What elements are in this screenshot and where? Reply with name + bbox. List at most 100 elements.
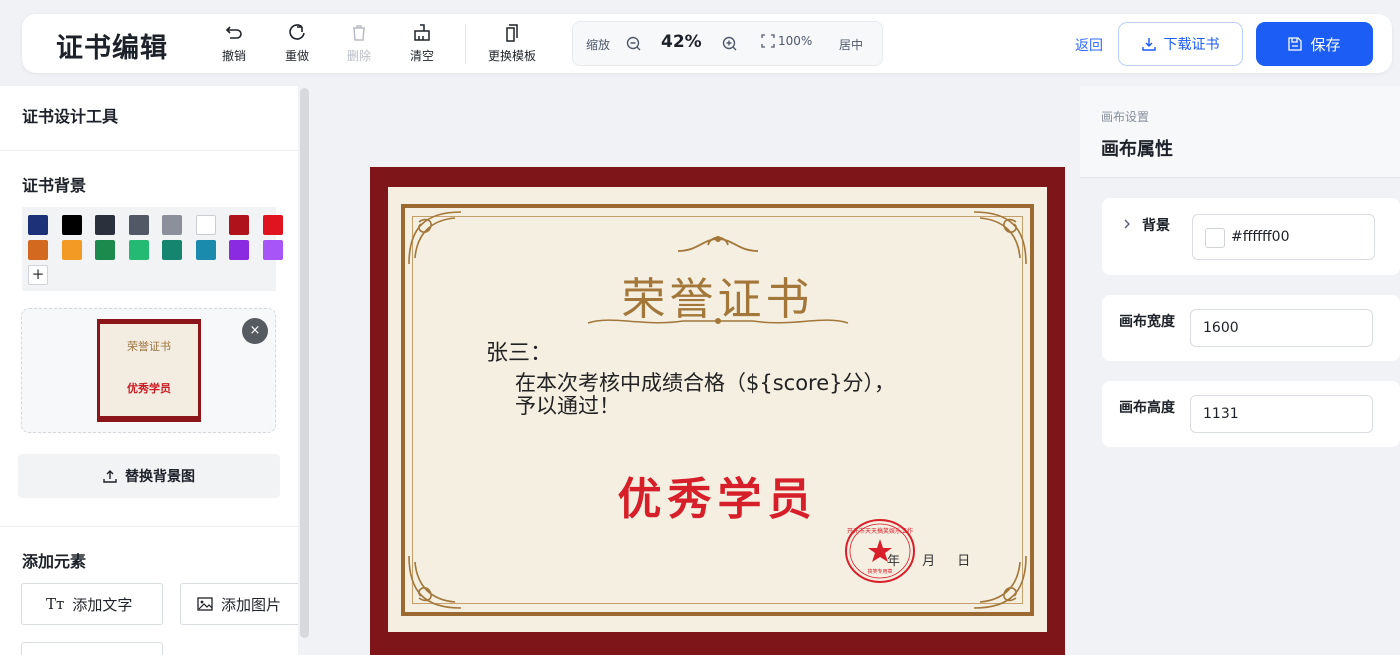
certificate-award[interactable]: 优秀学员	[388, 463, 1047, 527]
certificate[interactable]: 荣誉证书 张三： 在本次考核中成绩合格（${score}分）， 予以通过！ 优秀…	[370, 167, 1065, 655]
undo-label: 撤销	[221, 49, 246, 63]
corner-ornament-icon	[408, 555, 462, 609]
background-thumbnail[interactable]: 荣誉证书 优秀学员	[97, 319, 201, 422]
center-button[interactable]: 居中	[839, 36, 863, 53]
thumbnail-paper: 荣誉证书 优秀学员	[100, 324, 198, 416]
certificate-body-text[interactable]: 在本次考核中成绩合格（${score}分）， 予以通过！	[515, 372, 985, 418]
save-button[interactable]: 保存	[1256, 22, 1373, 66]
redo-button[interactable]: 重做	[267, 22, 327, 64]
canvas-properties-panel: 画布设置 画布属性 背景 #ffffff00 画布宽度 1600 画布高度 11…	[1080, 86, 1400, 655]
download-icon	[1141, 38, 1156, 51]
canvas-height-input[interactable]: 1131	[1190, 395, 1373, 433]
left-panel-scrollbar[interactable]	[300, 88, 309, 638]
delete-label: 删除	[346, 49, 371, 63]
color-swatch-grid: +	[22, 207, 283, 291]
chevron-right-icon[interactable]	[1122, 219, 1132, 229]
clear-label: 清空	[409, 49, 434, 63]
color-swatch[interactable]	[28, 240, 48, 260]
canvas-width-input[interactable]: 1600	[1190, 309, 1373, 347]
template-icon	[506, 24, 518, 42]
color-swatch[interactable]	[95, 215, 115, 235]
add-image-button[interactable]: 添加图片	[180, 583, 298, 625]
zoom-in-icon[interactable]	[721, 35, 739, 53]
certificate-body-line: 在本次考核中成绩合格（${score}分），	[515, 371, 896, 395]
color-swatch[interactable]	[229, 240, 249, 260]
add-text-button[interactable]: Tт 添加文字	[21, 583, 163, 625]
zoom-out-icon[interactable]	[625, 35, 643, 53]
corner-ornament-icon	[973, 555, 1027, 609]
change-template-label: 更换模板	[487, 49, 536, 63]
background-label: 背景	[1142, 218, 1170, 234]
delete-button[interactable]: 删除	[329, 22, 389, 64]
zoom-control: 缩放 42% 100% 居中	[572, 21, 883, 66]
change-template-button[interactable]: 更换模板	[482, 22, 542, 64]
remove-background-button[interactable]: ×	[242, 318, 268, 344]
background-property-card: 背景 #ffffff00	[1102, 198, 1400, 275]
color-swatch[interactable]	[28, 215, 48, 235]
canvas-area: 荣誉证书 张三： 在本次考核中成绩合格（${score}分）， 予以通过！ 优秀…	[312, 86, 1078, 655]
clear-button[interactable]: 清空	[392, 22, 452, 64]
zoom-value: 42%	[661, 32, 702, 52]
replace-background-button[interactable]: 替换背景图	[18, 454, 280, 498]
certificate-body-line: 予以通过！	[515, 394, 620, 418]
color-swatch[interactable]	[128, 215, 149, 235]
color-swatch[interactable]	[229, 215, 249, 235]
seal-text: 开元市天天搞笑娱乐工作	[847, 527, 913, 535]
thumbnail-award: 优秀学员	[127, 382, 171, 395]
color-swatch[interactable]	[262, 240, 283, 260]
certificate-recipient-name[interactable]: 张三：	[486, 335, 552, 367]
text-icon: Tт	[46, 595, 65, 613]
certificate-date[interactable]: 年 月 日	[887, 550, 970, 569]
redo-icon	[289, 24, 305, 40]
corner-ornament-icon	[973, 211, 1027, 265]
certificate-title[interactable]: 荣誉证书	[388, 263, 1047, 327]
add-element-button-partial[interactable]	[21, 642, 163, 655]
color-swatch[interactable]	[61, 215, 82, 235]
back-link[interactable]: 返回	[1075, 35, 1103, 55]
color-swatch[interactable]	[162, 240, 182, 260]
color-swatch[interactable]	[61, 240, 82, 260]
toolbar-divider	[465, 24, 466, 64]
upload-icon	[103, 470, 117, 483]
color-swatch[interactable]	[95, 240, 115, 260]
width-property-card: 画布宽度 1600	[1102, 295, 1400, 361]
top-toolbar: 证书编辑 撤销 重做 删除 清空 更换模板 缩放 42% 100% 居中 返回 …	[22, 14, 1392, 73]
corner-ornament-icon	[408, 211, 462, 265]
color-swatch[interactable]	[195, 240, 216, 260]
seal-subtext: 搞笑专用章	[867, 568, 892, 575]
properties-subtitle: 画布设置	[1101, 110, 1150, 124]
fullscreen-icon	[761, 34, 775, 48]
color-preview-swatch[interactable]	[1205, 228, 1225, 248]
divider	[0, 526, 298, 527]
add-color-button[interactable]: +	[28, 265, 48, 285]
add-elements-title: 添加元素	[22, 552, 87, 571]
redo-label: 重做	[284, 49, 309, 63]
zoom-fit-button[interactable]: 100%	[761, 34, 812, 48]
width-label: 画布宽度	[1119, 314, 1175, 330]
background-color-input[interactable]: #ffffff00	[1192, 214, 1375, 260]
save-label: 保存	[1310, 35, 1341, 54]
undo-icon	[225, 26, 242, 39]
background-color-value: #ffffff00	[1231, 229, 1290, 245]
trash-icon	[353, 25, 365, 41]
design-tools-panel: 证书设计工具 证书背景 + 荣誉证书 优秀学员 × 替换背景图 添加元素 Tт …	[0, 86, 298, 655]
height-label: 画布高度	[1119, 400, 1175, 416]
zoom-fit-label: 100%	[778, 34, 813, 48]
add-text-label: 添加文字	[72, 595, 133, 614]
color-swatch[interactable]	[195, 215, 216, 235]
background-section-title: 证书背景	[22, 176, 87, 195]
height-property-card: 画布高度 1131	[1102, 381, 1400, 447]
broom-icon	[414, 24, 430, 41]
page-title: 证书编辑	[56, 33, 168, 64]
color-swatch[interactable]	[128, 240, 149, 260]
download-certificate-button[interactable]: 下载证书	[1118, 22, 1243, 66]
undo-button[interactable]: 撤销	[204, 22, 264, 64]
color-swatch[interactable]	[162, 215, 182, 235]
certificate-paper: 荣誉证书 张三： 在本次考核中成绩合格（${score}分）， 予以通过！ 优秀…	[388, 187, 1047, 632]
color-swatch[interactable]	[262, 215, 283, 235]
add-image-label: 添加图片	[221, 595, 282, 614]
design-tools-title: 证书设计工具	[22, 107, 119, 126]
crown-ornament-icon	[677, 236, 759, 252]
divider	[0, 150, 298, 151]
properties-header: 画布设置 画布属性	[1080, 86, 1400, 178]
